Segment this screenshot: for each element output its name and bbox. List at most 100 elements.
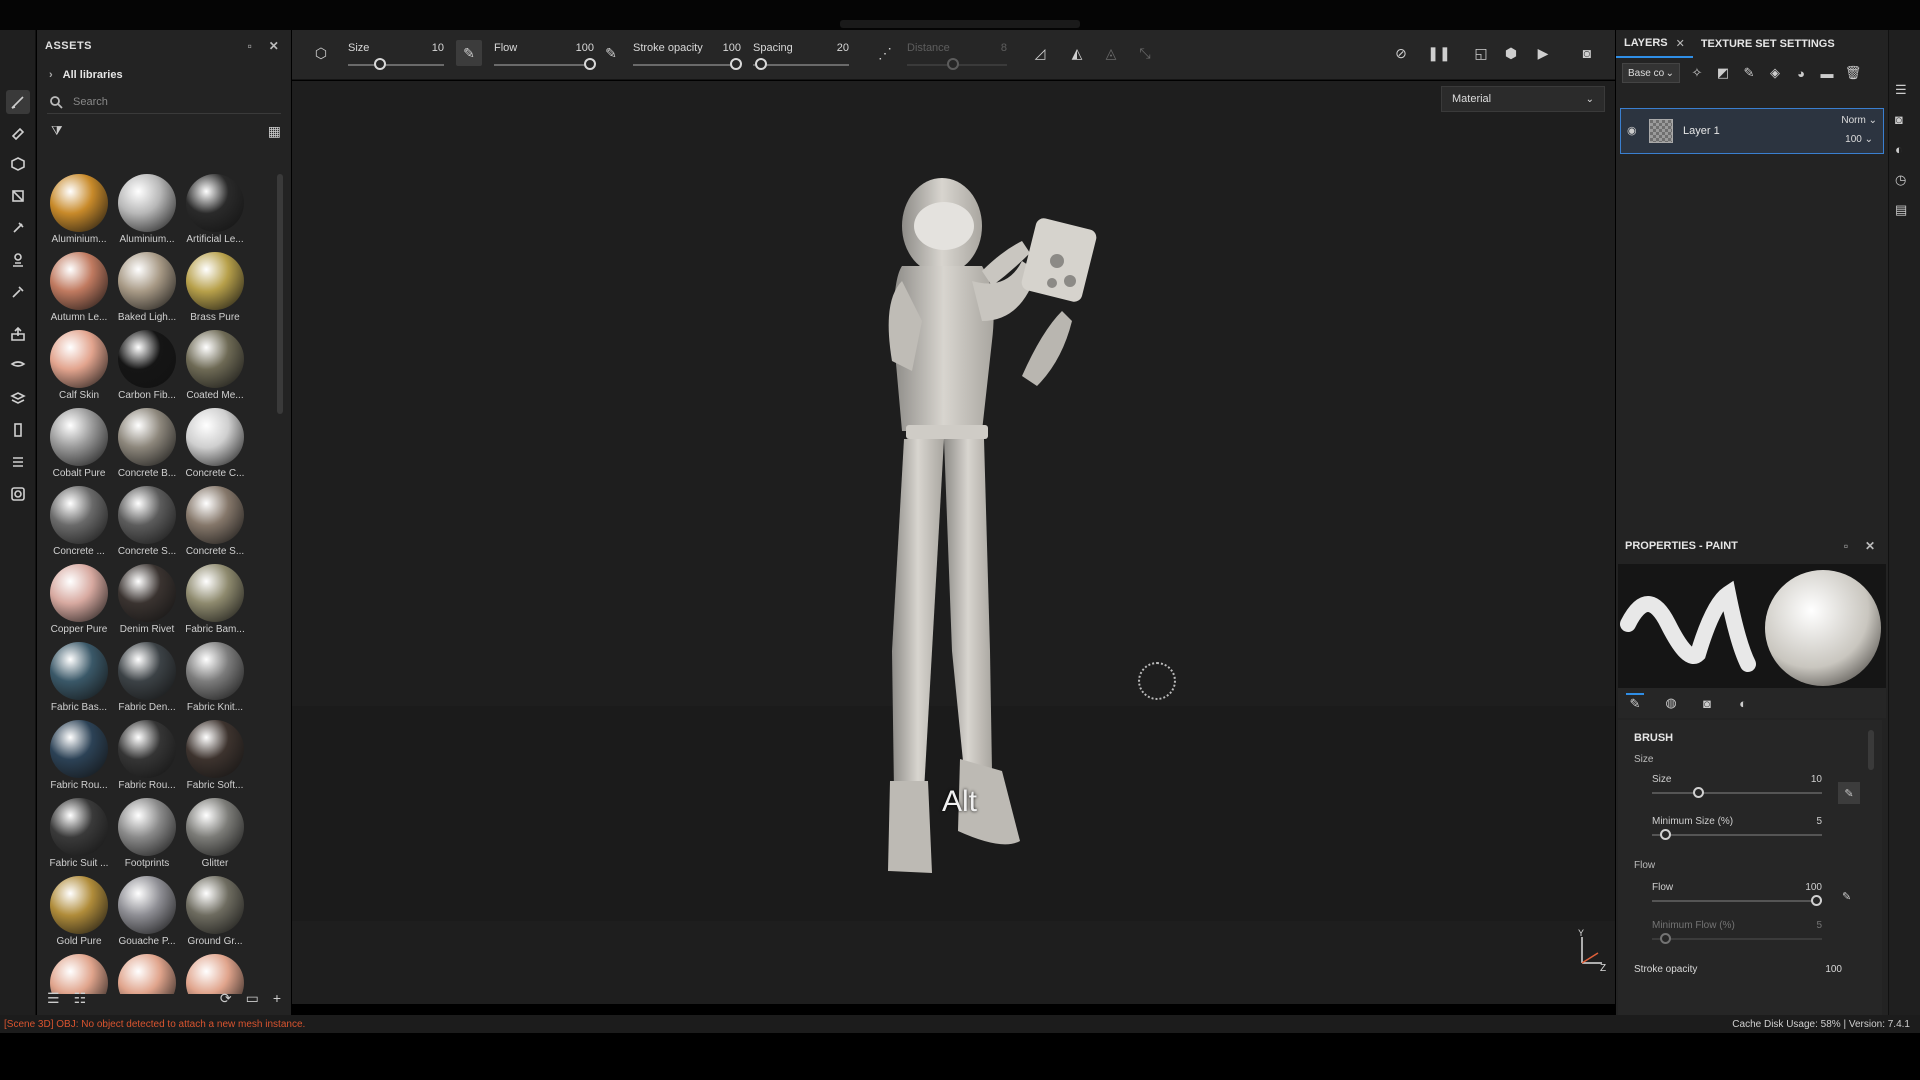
- prop-minflow-slider[interactable]: Minimum Flow (%) 5: [1652, 920, 1822, 954]
- float-panel-icon[interactable]: ▫: [241, 37, 259, 55]
- float-panel-icon[interactable]: ▫: [1837, 537, 1855, 555]
- asset-tile[interactable]: Copper Pure: [45, 564, 113, 642]
- stroke-opacity-slider[interactable]: Stroke opacity 100: [633, 30, 742, 80]
- channel-select[interactable]: Base co ⌄: [1622, 63, 1680, 83]
- distance-slider[interactable]: Distance 8: [907, 30, 1007, 80]
- asset-tile[interactable]: Denim Rivet: [113, 564, 181, 642]
- astronaut-model[interactable]: [832, 171, 1132, 991]
- pen-pressure-flow-icon[interactable]: ✎: [598, 40, 624, 66]
- texture-set-dock-icon[interactable]: ◙: [1895, 112, 1915, 132]
- eraser-tool-icon[interactable]: [6, 120, 30, 144]
- list-options-icon[interactable]: ☰: [47, 990, 60, 1007]
- camera-settings-icon[interactable]: [6, 482, 30, 506]
- add-fill-layer-icon[interactable]: ◈: [1766, 64, 1784, 82]
- viewport-3d-icon[interactable]: ⬢: [1498, 40, 1524, 66]
- asset-tile[interactable]: Aluminium...: [113, 174, 181, 252]
- tab-layers[interactable]: LAYERS ✕: [1616, 30, 1693, 58]
- paint-brush-tool-icon[interactable]: [6, 90, 30, 114]
- display-settings-icon[interactable]: ◐: [1895, 142, 1915, 162]
- add-icon[interactable]: +: [273, 990, 281, 1006]
- asset-tile[interactable]: Coated Me...: [181, 330, 249, 408]
- close-icon[interactable]: ✕: [265, 37, 283, 55]
- display-mode-dropdown[interactable]: Material ⌄: [1441, 86, 1605, 112]
- transform-icon[interactable]: ⤡: [1132, 40, 1158, 66]
- size-slider[interactable]: Size 10: [348, 30, 444, 80]
- properties-scrollbar[interactable]: [1868, 730, 1874, 770]
- ruler-icon[interactable]: [6, 418, 30, 442]
- delete-layer-icon[interactable]: 🗑: [1844, 64, 1862, 82]
- asset-tile[interactable]: Brass Pure: [181, 252, 249, 330]
- asset-tile[interactable]: Aluminium...: [45, 174, 113, 252]
- asset-tile[interactable]: Fabric Soft...: [181, 720, 249, 798]
- add-smart-material-icon[interactable]: ◕: [1792, 64, 1810, 82]
- asset-tile[interactable]: Artificial Le...: [181, 174, 249, 252]
- asset-tile[interactable]: Fabric Bas...: [45, 642, 113, 720]
- asset-tile[interactable]: Autumn Le...: [45, 252, 113, 330]
- hide-icon[interactable]: ⊘: [1388, 40, 1414, 66]
- assets-scrollbar[interactable]: [277, 174, 283, 414]
- pen-pressure-flow-icon[interactable]: ✎: [1842, 890, 1851, 903]
- prop-flow-knob[interactable]: [1811, 895, 1822, 906]
- lazy-mouse-icon[interactable]: ⋰: [872, 40, 898, 66]
- log-icon[interactable]: ▤: [1895, 202, 1915, 222]
- clone-stamp-icon[interactable]: [6, 248, 30, 272]
- 3d-viewport[interactable]: Material ⌄ Alt Y Z: [292, 81, 1615, 1004]
- asset-tile[interactable]: Gold Pure: [45, 876, 113, 954]
- add-mask-icon[interactable]: ◩: [1714, 64, 1732, 82]
- flow-knob[interactable]: [584, 58, 596, 70]
- sort-icon[interactable]: ☷: [74, 990, 87, 1007]
- asset-tile[interactable]: Fabric Rou...: [113, 720, 181, 798]
- prop-size-slider[interactable]: Size 10: [1652, 774, 1822, 808]
- spacing-slider[interactable]: Spacing 20: [753, 30, 849, 80]
- window-tab[interactable]: [840, 20, 1080, 28]
- asset-tile[interactable]: Footprints: [113, 798, 181, 876]
- geometry-mask-icon[interactable]: [6, 184, 30, 208]
- grid-view-icon[interactable]: ▦: [268, 123, 281, 140]
- alignment-icon[interactable]: ◿: [1027, 40, 1053, 66]
- asset-tile[interactable]: Glitter: [181, 798, 249, 876]
- spacing-knob[interactable]: [755, 58, 767, 70]
- pen-pressure-icon[interactable]: ✎: [1838, 782, 1860, 804]
- library-selector[interactable]: › All libraries: [37, 62, 291, 88]
- symmetry-mode-icon[interactable]: ◬: [1098, 40, 1124, 66]
- asset-tile[interactable]: Fabric Rou...: [45, 720, 113, 798]
- blend-mode-select[interactable]: Norm ⌄: [1841, 115, 1877, 126]
- asset-tile[interactable]: Fabric Knit...: [181, 642, 249, 720]
- add-folder-icon[interactable]: ▬: [1818, 64, 1836, 82]
- prop-minflow-knob[interactable]: [1659, 933, 1671, 944]
- filter-icon[interactable]: ⧩: [51, 123, 63, 139]
- symmetry-icon[interactable]: ◭: [1064, 40, 1090, 66]
- prop-stroke-opacity[interactable]: Stroke opacity 100: [1634, 964, 1842, 975]
- asset-tile[interactable]: Ground Gr...: [181, 876, 249, 954]
- asset-tile[interactable]: Fabric Suit ...: [45, 798, 113, 876]
- asset-tile[interactable]: Fabric Den...: [113, 642, 181, 720]
- asset-tile[interactable]: Gouache P...: [113, 876, 181, 954]
- stencil-tab-icon[interactable]: ◙: [1698, 693, 1716, 713]
- distance-knob[interactable]: [947, 58, 959, 70]
- asset-tile[interactable]: Concrete C...: [181, 408, 249, 486]
- prop-minsize-knob[interactable]: [1659, 829, 1671, 840]
- smudge-tool-icon[interactable]: [6, 216, 30, 240]
- projection-tool-icon[interactable]: [6, 152, 30, 176]
- camera-icon[interactable]: ▶: [1530, 40, 1556, 66]
- prop-flow-slider[interactable]: Flow 100: [1652, 882, 1822, 916]
- assets-search[interactable]: Search: [47, 90, 281, 114]
- size-knob[interactable]: [374, 58, 386, 70]
- add-paint-layer-icon[interactable]: ✎: [1740, 64, 1758, 82]
- tab-texture-set-settings[interactable]: TEXTURE SET SETTINGS: [1693, 30, 1843, 58]
- layers-dock-icon[interactable]: ☰: [1895, 82, 1915, 102]
- history-icon[interactable]: ◷: [1895, 172, 1915, 192]
- uv-tool-icon[interactable]: [6, 386, 30, 410]
- brush-preset-icon[interactable]: ⬡: [308, 40, 334, 66]
- asset-tile[interactable]: Concrete S...: [181, 486, 249, 564]
- bake-icon[interactable]: [6, 322, 30, 346]
- brush-tab-icon[interactable]: ✎: [1626, 693, 1644, 713]
- asset-tile[interactable]: Concrete S...: [113, 486, 181, 564]
- asset-tile[interactable]: Concrete ...: [45, 486, 113, 564]
- stroke-opacity-knob[interactable]: [730, 58, 742, 70]
- layer-row[interactable]: ◉ Layer 1 Norm ⌄ 100 ⌄: [1620, 108, 1884, 154]
- material-tab-icon[interactable]: ◐: [1734, 693, 1752, 713]
- close-icon[interactable]: ✕: [1861, 537, 1879, 555]
- close-icon[interactable]: ✕: [1676, 37, 1685, 50]
- layer-opacity[interactable]: 100 ⌄: [1845, 134, 1873, 145]
